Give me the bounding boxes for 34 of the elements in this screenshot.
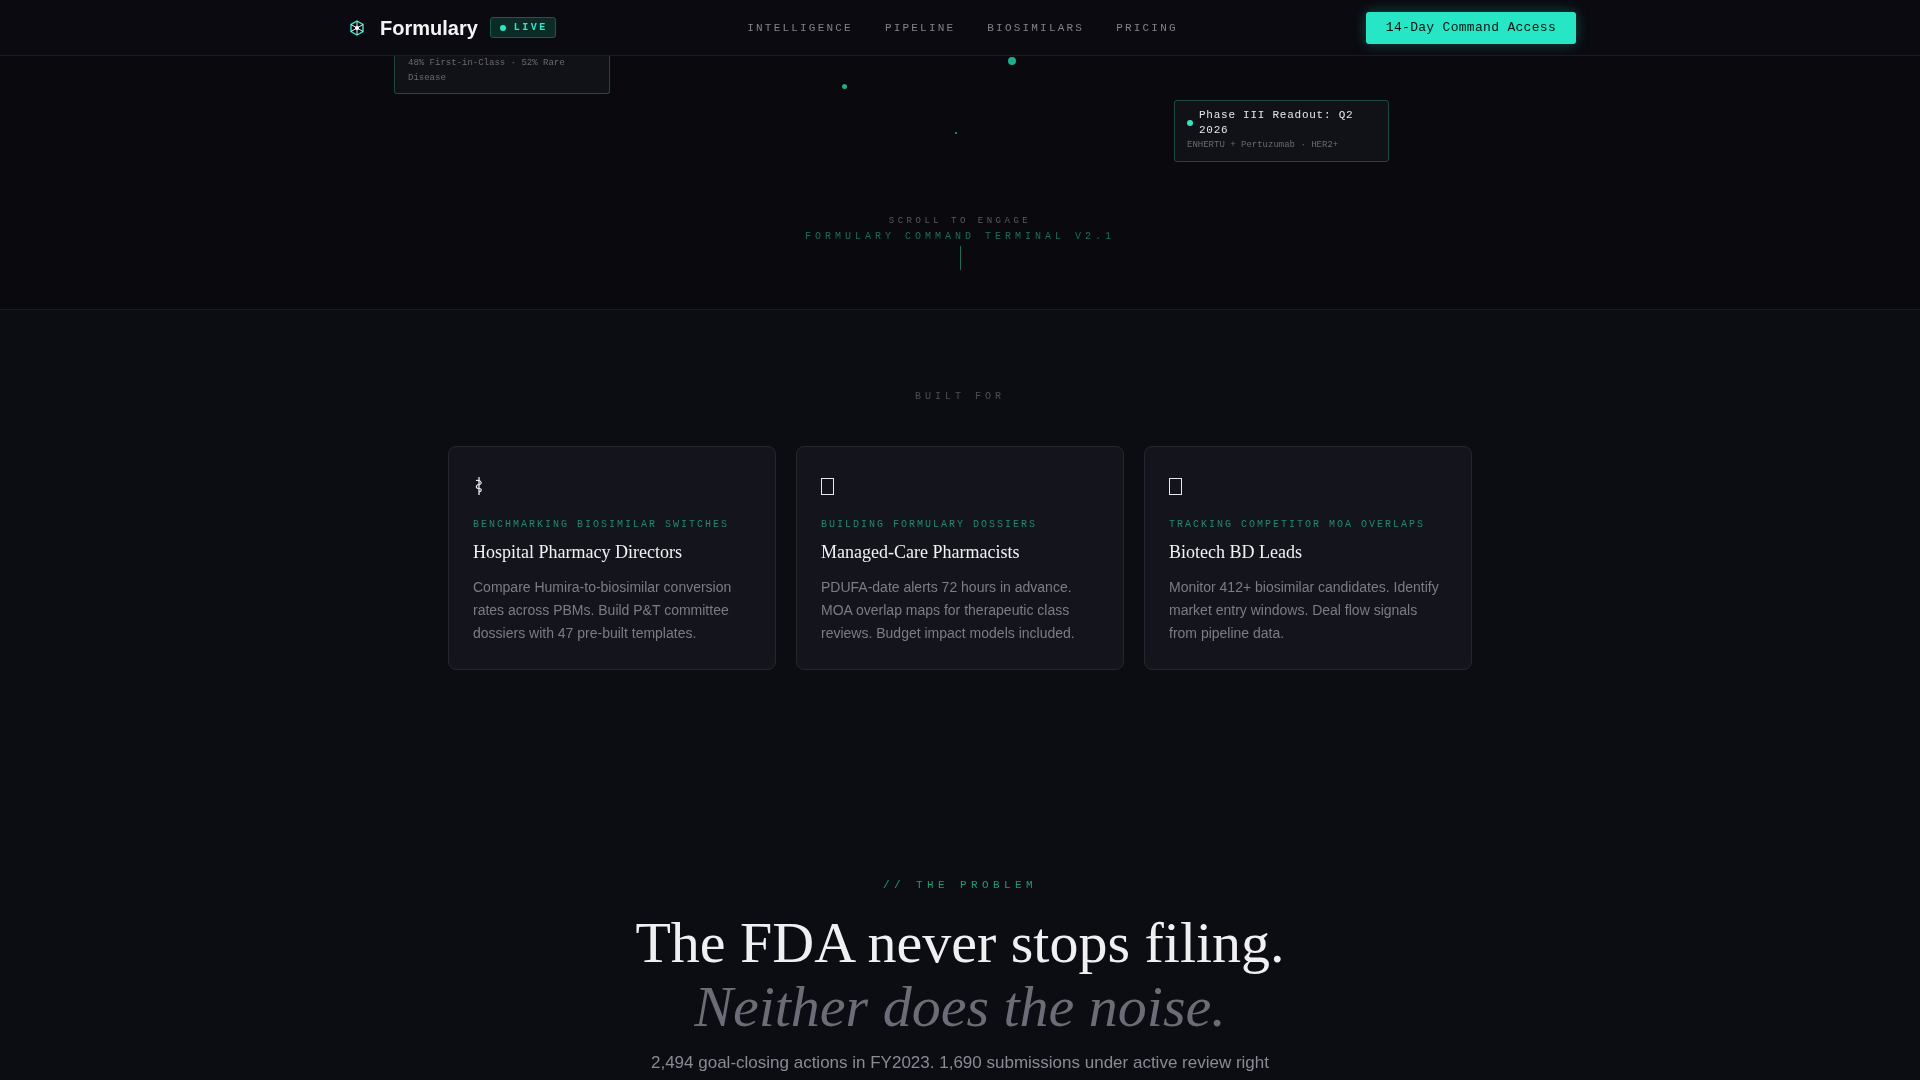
live-dot-icon [499, 24, 506, 31]
section-eyebrow: // THE PROBLEM [883, 878, 1037, 893]
card-title: Managed-Care Pharmacists [821, 541, 1021, 564]
card-tag: BENCHMARKING BIOSIMILAR SWITCHES [473, 518, 751, 532]
scroll-hint: SCROLL TO ENGAGE [888, 215, 1032, 228]
nav-link[interactable]: PIPELINE [884, 20, 956, 35]
empty-glyph-icon [821, 477, 834, 495]
card-title: Biotech BD Leads [1169, 541, 1303, 564]
glow-dot-icon [1008, 57, 1016, 65]
signal-title: Phase III Readout: Q2 2026 [1199, 108, 1355, 138]
card-tag: TRACKING COMPETITOR MOA OVERLAPS [1169, 518, 1447, 532]
card-tag: BUILDING FORMULARY DOSSIERS [821, 518, 1099, 532]
empty-glyph-icon [1169, 477, 1182, 495]
nav-link[interactable]: BIOSIMILARS [987, 20, 1085, 35]
card-description: Monitor 412+ biosimilar candidates. Identify market entry windows. Deal flow signals from pipeline data. [1169, 578, 1440, 643]
brand-name: Formulary [380, 15, 478, 40]
section-label: BUILT FOR [915, 390, 1005, 404]
card-title: Hospital Pharmacy Directors [473, 541, 683, 564]
glow-dot-icon [842, 84, 847, 89]
terminal-label: FORMULARY COMMAND TERMINAL V2.1 [805, 230, 1115, 244]
signal-detail: 48% First-in-Class · 52% Rare Disease [408, 57, 566, 85]
section-subheading: Neither does the noise. [694, 975, 1226, 1039]
card-description: PDUFA-date alerts 72 hours in advance. MOA overlap maps for therapeutic class reviews. Budget impact models included. [821, 578, 1076, 643]
hexagon-logo-icon [349, 19, 365, 36]
signal-detail: ENHERTU + Pertuzumab · HER2+ [1187, 139, 1340, 153]
section-body: 2,494 goal-closing actions in FY2023. 1,690 submissions under active review right [651, 1052, 1269, 1074]
nav-link[interactable]: INTELLIGENCE [747, 20, 853, 35]
status-dot-icon [1187, 119, 1193, 126]
staff-snake-icon [473, 476, 485, 496]
nav-link[interactable]: PRICING [1116, 20, 1178, 35]
section-heading: The FDA never stops filing. [635, 911, 1285, 975]
live-label: LIVE [513, 21, 548, 34]
card-description: Compare Humira-to-biosimilar conversion rates across PBMs. Build P&T committee dossiers with 47 pre-built templates. [473, 578, 733, 643]
access-button[interactable]: 14-Day Command Access [1365, 11, 1576, 44]
